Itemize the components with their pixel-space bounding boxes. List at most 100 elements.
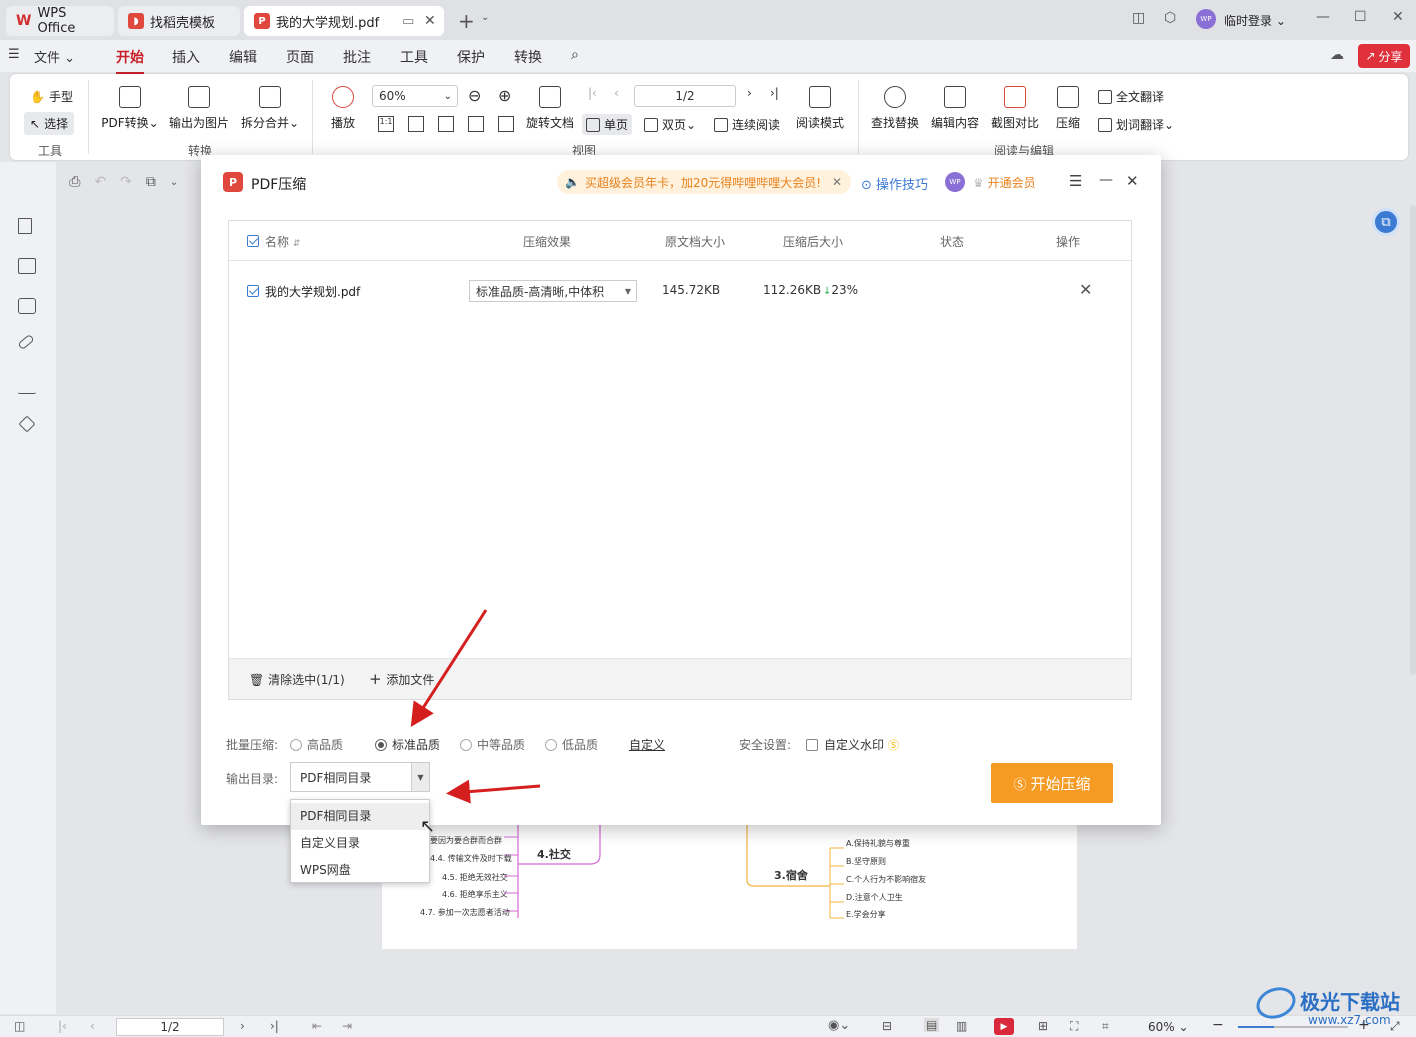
read-mode-button[interactable]: 阅读模式 [792,86,848,131]
close-window-icon[interactable]: ✕ [1392,9,1404,25]
zoom-out-icon[interactable]: − [1212,1017,1224,1033]
menu-start[interactable]: 开始 [116,47,144,74]
menu-convert[interactable]: 转换 [514,47,542,67]
file-checkbox[interactable] [247,285,259,297]
continuous-read-button[interactable]: 连续阅读 [714,116,780,133]
copy-icon[interactable]: ⧉ [146,174,156,190]
screenshot-compare-button[interactable]: 截图对比 [988,86,1042,131]
close-tab-icon[interactable]: ✕ [424,13,436,29]
zoom-select[interactable]: 60% ⌄ [372,85,458,107]
prev-page-icon[interactable]: ‹ [614,86,619,100]
zoom-out-icon[interactable]: ⊖ [468,86,481,105]
column-name[interactable]: 名称 ⇵ [265,233,300,250]
export-image-button[interactable]: 输出为图片 [166,86,232,131]
first-page-icon[interactable]: |‹ [588,86,597,100]
find-replace-button[interactable]: 查找替换 [868,86,922,131]
menu-file[interactable]: 文件 ⌄ [34,47,75,66]
bookmark-icon[interactable] [18,218,32,234]
crop-icon[interactable]: ⌗ [1102,1019,1109,1034]
fit-page-icon[interactable]: ⛶ [1070,1019,1078,1034]
menu-protect[interactable]: 保护 [457,47,485,67]
menu-tools[interactable]: 工具 [400,47,428,67]
play-button[interactable]: 播放 [326,86,360,131]
back-icon[interactable]: ⇤ [312,1019,322,1033]
layout-icon[interactable]: ◫ [1132,10,1145,26]
option-same-directory[interactable]: PDF相同目录 [291,803,429,830]
watermark-checkbox[interactable]: 自定义水印 Ⓢ [806,736,899,753]
cloud-icon[interactable]: ☁ [1330,47,1344,63]
edit-content-button[interactable]: 编辑内容 [928,86,982,131]
word-translate-button[interactable]: 划词翻译 ⌄ [1098,116,1174,133]
select-tool-button[interactable]: ↖ 选择 [24,112,75,135]
compress-button[interactable]: 压缩 [1050,86,1086,131]
hamburger-icon[interactable]: ☰ [8,47,20,62]
page-input[interactable]: 1/2 [116,1018,224,1036]
undo-icon[interactable]: ↶ [94,174,106,190]
next-page-icon[interactable]: › [240,1019,245,1033]
actual-size-icon[interactable]: 1:1 [378,116,394,132]
first-page-icon[interactable]: |‹ [58,1019,67,1033]
custom-quality-link[interactable]: 自定义 [629,736,665,753]
eye-icon[interactable]: ◉⌄ [828,1018,850,1033]
compress-effect-select[interactable]: 标准品质-高清晰,中体积 ▼ [469,280,637,302]
fit-page-icon[interactable] [408,116,424,132]
share-button[interactable]: ↗ 分享 [1358,44,1410,68]
remove-file-icon[interactable]: ✕ [1079,280,1092,299]
forward-icon[interactable]: ⇥ [342,1019,352,1033]
output-directory-select[interactable]: PDF相同目录 ▼ [290,762,430,792]
next-page-icon[interactable]: › [747,86,752,100]
rotate-right-icon[interactable] [498,116,514,132]
play-icon[interactable]: ▶ [994,1018,1014,1035]
pdf-convert-button[interactable]: PDF转换⌄ [98,86,162,131]
attachment-icon[interactable] [17,333,35,351]
radio-low-quality[interactable]: 低品质 [545,736,598,753]
menu-page[interactable]: 页面 [286,47,314,67]
sidebar-toggle-icon[interactable]: ◫ [14,1019,25,1033]
vip-button[interactable]: ♛ 开通会员 [973,174,1036,191]
new-tab-icon[interactable]: + [458,9,475,33]
option-wps-cloud[interactable]: WPS网盘 [291,857,429,884]
single-page-icon[interactable]: ▤ [924,1018,940,1032]
search-icon[interactable]: ⌕ [571,47,579,63]
avatar[interactable]: WP [1196,9,1216,29]
hand-tool-button[interactable]: ✋ 手型 [30,88,73,105]
single-page-button[interactable]: 单页 [582,114,633,135]
radio-standard-quality[interactable]: 标准品质 [375,736,440,753]
tab-window-icon[interactable]: ▭ [402,14,414,29]
tips-button[interactable]: ⊙ 操作技巧 [861,174,928,193]
floating-tool-icon[interactable]: ⧉ [1372,208,1400,236]
minimize-icon[interactable]: — [1316,9,1330,25]
fit-width-icon[interactable] [438,116,454,132]
start-compress-button[interactable]: Ⓢ 开始压缩 [991,763,1113,803]
rotate-document-button[interactable]: 旋转文档 [524,86,576,131]
last-page-icon[interactable]: ›| [770,86,779,100]
full-translate-button[interactable]: 全文翻译 [1098,88,1164,105]
radio-medium-quality[interactable]: 中等品质 [460,736,525,753]
minimize-icon[interactable]: — [1099,172,1113,188]
cube-icon[interactable]: ⬡ [1164,10,1176,26]
radio-high-quality[interactable]: 高品质 [290,736,343,753]
redo-icon[interactable]: ↷ [120,174,132,190]
menu-icon[interactable]: ☰ [1069,172,1082,190]
double-page-button[interactable]: 双页 ⌄ [644,116,696,133]
comment-icon[interactable] [18,298,36,314]
tab-pdf-document[interactable]: P 我的大学规划.pdf ▭ ✕ [244,6,444,36]
page-input[interactable]: 1/2 [634,85,736,107]
thumbnail-icon[interactable] [18,258,36,274]
chevron-down-icon[interactable]: ⌄ [481,12,489,23]
close-dialog-icon[interactable]: ✕ [1126,172,1139,190]
menu-comment[interactable]: 批注 [343,47,371,67]
select-all-checkbox[interactable] [247,235,259,247]
tab-wps-office[interactable]: W WPS Office [6,6,114,36]
close-promo-icon[interactable]: ✕ [832,175,842,189]
split-merge-button[interactable]: 拆分合并⌄ [238,86,302,131]
last-page-icon[interactable]: ›| [270,1019,279,1033]
print-icon[interactable]: ⎙ [69,174,80,190]
tab-template[interactable]: ◗ 找稻壳模板 [118,6,240,36]
menu-insert[interactable]: 插入 [172,47,200,67]
scrollbar[interactable] [1410,205,1416,675]
avatar[interactable]: WP [945,172,965,192]
prev-page-icon[interactable]: ‹ [90,1019,95,1033]
login-button[interactable]: 临时登录 ⌄ [1224,12,1286,29]
layers-icon[interactable] [18,415,36,433]
